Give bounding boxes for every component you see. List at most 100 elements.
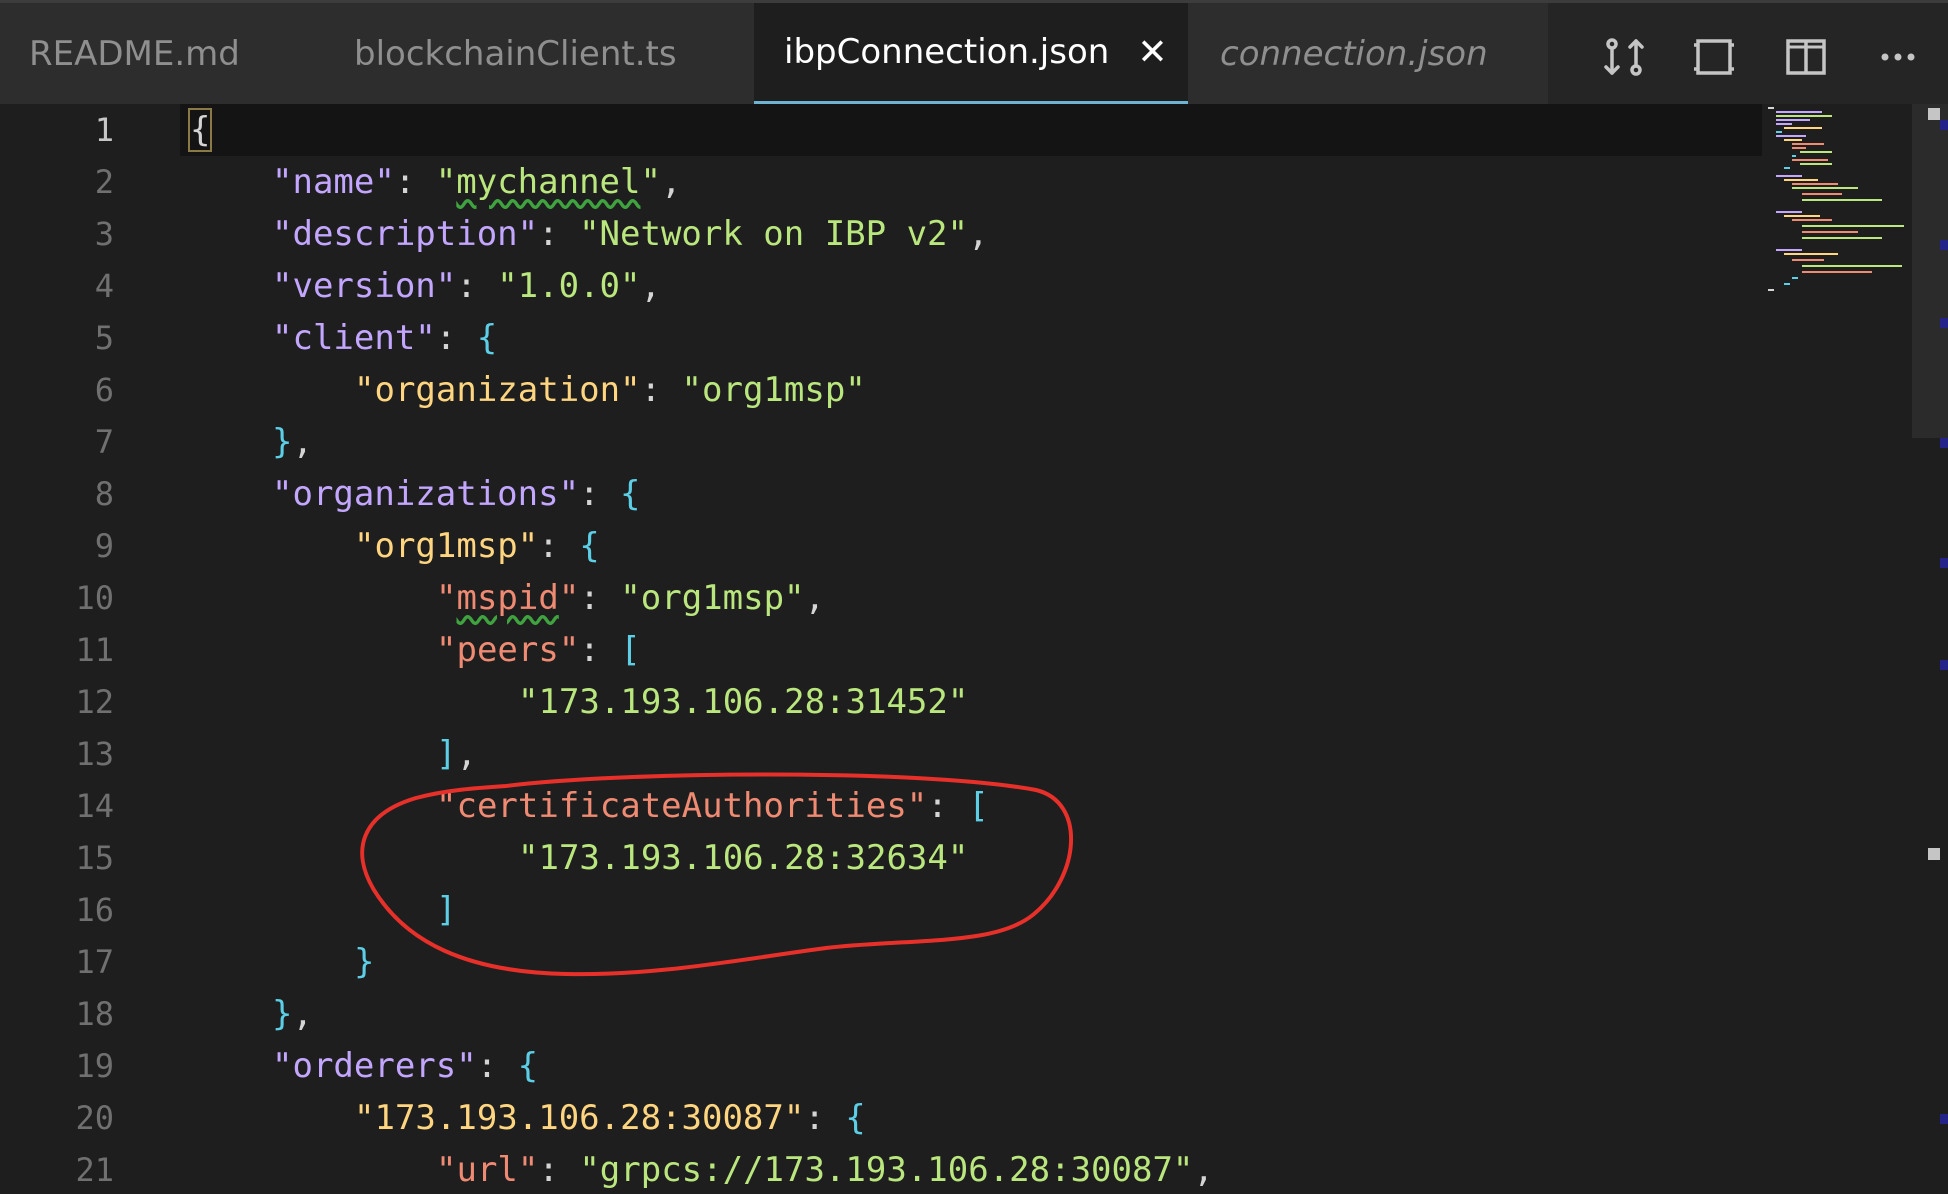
- json-comma: ,: [1193, 1150, 1214, 1190]
- line-number: 13: [75, 735, 114, 773]
- scrollbar-cursor-marker: [1928, 108, 1940, 120]
- json-comma: ,: [456, 734, 477, 774]
- tab-label: ibpConnection.json: [784, 32, 1110, 72]
- minimap[interactable]: [1762, 104, 1912, 364]
- code-editor[interactable]: 1 2 3 4 5 6 7 8 9 10 11 12 13 14 15 16 1…: [0, 104, 1948, 1194]
- close-icon[interactable]: ✕: [1137, 32, 1167, 73]
- json-brace: {: [476, 318, 498, 358]
- json-colon: :: [579, 474, 620, 514]
- json-string-value: "Network on IBP v2": [579, 214, 968, 254]
- code-line: "client": {: [272, 312, 497, 364]
- json-string-value: "org1msp": [681, 370, 866, 410]
- json-quote: ": [436, 578, 457, 618]
- json-quote: ": [640, 162, 661, 202]
- line-number: 18: [75, 995, 114, 1033]
- json-colon: :: [435, 318, 477, 358]
- line-number: 3: [94, 215, 114, 253]
- json-key: "peers": [436, 630, 580, 670]
- line-number: 12: [75, 683, 114, 721]
- json-colon: :: [476, 1046, 518, 1086]
- tab-bar: README.md blockchainClient.ts ibpConnect…: [0, 0, 1948, 104]
- json-colon: :: [394, 162, 436, 202]
- current-line-highlight: [180, 104, 1762, 156]
- json-comma: ,: [292, 422, 313, 462]
- overview-ruler-tick: [1940, 240, 1948, 250]
- code-line: "description": "Network on IBP v2",: [272, 208, 988, 260]
- json-brace: {: [579, 526, 600, 566]
- json-key: "organization": [354, 370, 641, 410]
- json-key: "version": [272, 266, 457, 306]
- json-key: "org1msp": [354, 526, 539, 566]
- tab-blockchain-client[interactable]: blockchainClient.ts: [300, 3, 754, 104]
- line-number: 20: [75, 1099, 114, 1137]
- json-brace: ]: [436, 734, 457, 774]
- overview-ruler-tick: [1940, 318, 1948, 328]
- json-comma: ,: [968, 214, 989, 254]
- code-line: "version": "1.0.0",: [272, 260, 661, 312]
- overview-ruler-tick: [1940, 120, 1948, 130]
- code-line: {: [187, 104, 213, 156]
- line-number: 19: [75, 1047, 114, 1085]
- json-key: "173.193.106.28:30087": [354, 1098, 805, 1138]
- code-line: "orderers": {: [272, 1040, 538, 1092]
- json-key: "client": [272, 318, 436, 358]
- json-brace: }: [272, 422, 293, 462]
- json-key: "url": [436, 1150, 539, 1190]
- overview-ruler-tick: [1940, 438, 1948, 448]
- line-number: 8: [94, 475, 114, 513]
- line-number: 4: [94, 267, 114, 305]
- line-number: 14: [75, 787, 114, 825]
- line-number: 16: [75, 891, 114, 929]
- compare-changes-icon[interactable]: [1602, 35, 1646, 79]
- json-comma: ,: [640, 266, 661, 306]
- json-brace: {: [620, 474, 641, 514]
- overview-ruler-tick: [1940, 1114, 1948, 1124]
- line-number: 17: [75, 943, 114, 981]
- json-string-value: "grpcs://173.193.106.28:30087": [579, 1150, 1194, 1190]
- json-colon: :: [538, 526, 580, 566]
- line-number: 1: [94, 111, 114, 149]
- json-colon: :: [538, 1150, 580, 1190]
- json-comma: ,: [292, 994, 313, 1034]
- code-line: "organizations": {: [272, 468, 640, 520]
- tab-label: README.md: [29, 33, 240, 74]
- json-brace: [: [620, 630, 641, 670]
- overview-ruler-tick: [1940, 660, 1948, 670]
- code-line: "173.193.106.28:30087": {: [354, 1092, 866, 1144]
- code-line: },: [272, 988, 313, 1040]
- split-editor-icon[interactable]: [1784, 35, 1828, 79]
- scrollbar-selection-marker: [1928, 848, 1940, 860]
- tab-connection-preview[interactable]: connection.json: [1188, 3, 1548, 104]
- json-string-value: "1.0.0": [497, 266, 641, 306]
- tab-readme[interactable]: README.md: [0, 3, 300, 104]
- json-colon: :: [804, 1098, 846, 1138]
- code-line: "mspid": "org1msp",: [436, 572, 825, 624]
- json-comma: ,: [804, 578, 825, 618]
- more-actions-icon[interactable]: [1876, 35, 1920, 79]
- toggle-maximize-icon[interactable]: [1692, 35, 1736, 79]
- code-line: "name": "mychannel",: [272, 156, 681, 208]
- code-line: "173.193.106.28:31452": [518, 676, 968, 728]
- annotation-circle: [360, 772, 1073, 977]
- editor-actions: [1548, 3, 1948, 104]
- line-number: 10: [75, 579, 114, 617]
- scrollbar-thumb[interactable]: [1912, 104, 1948, 438]
- code-line: "url": "grpcs://173.193.106.28:30087",: [436, 1144, 1214, 1194]
- json-brace: {: [517, 1046, 539, 1086]
- json-brace: {: [845, 1098, 866, 1138]
- json-key: "organizations": [272, 474, 580, 514]
- json-brace: {: [187, 108, 213, 152]
- json-brace: }: [272, 994, 293, 1034]
- code-line: "organization": "org1msp": [354, 364, 866, 416]
- json-colon: :: [579, 630, 621, 670]
- line-number: 6: [94, 371, 114, 409]
- line-number: 11: [75, 631, 114, 669]
- json-string-value: "org1msp": [620, 578, 805, 618]
- json-colon: :: [456, 266, 498, 306]
- line-number: 21: [75, 1151, 114, 1189]
- json-key: "description": [272, 214, 539, 254]
- tab-ibp-connection[interactable]: ibpConnection.json ✕: [754, 3, 1188, 104]
- json-comma: ,: [660, 162, 682, 202]
- line-number: 5: [94, 319, 114, 357]
- editor-window: README.md blockchainClient.ts ibpConnect…: [0, 0, 1948, 1194]
